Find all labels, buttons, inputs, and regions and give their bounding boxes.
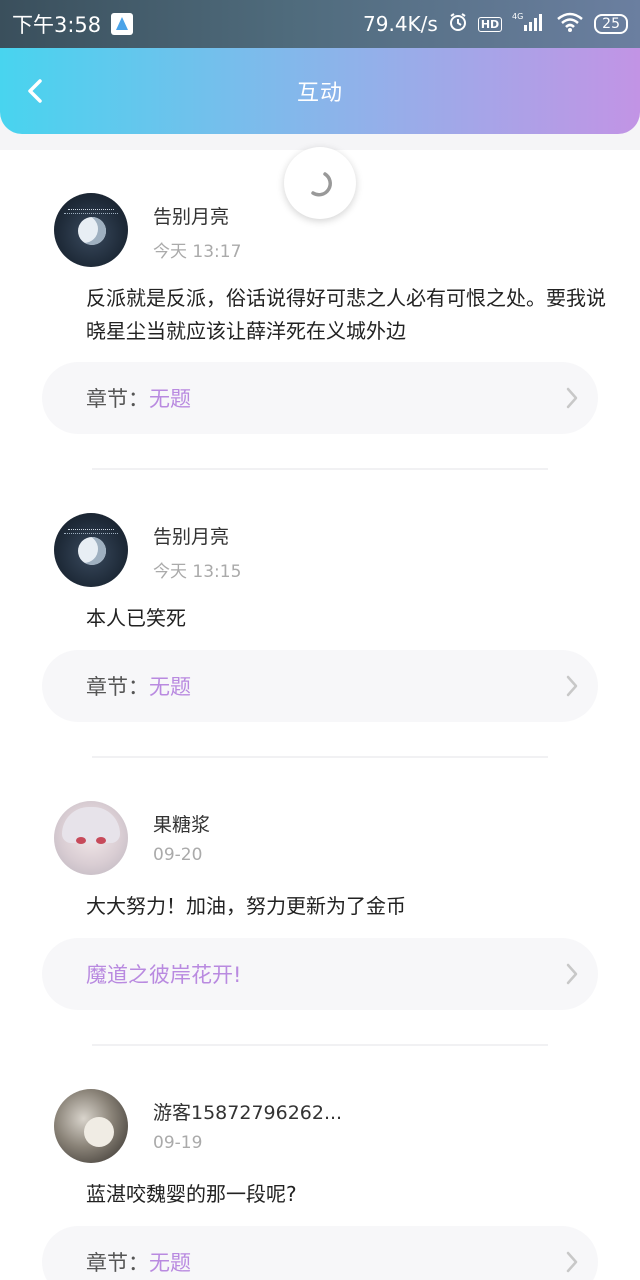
comment-date: 今天 13:17 xyxy=(153,242,242,262)
chapter-key: 章节： xyxy=(86,1251,149,1275)
page-title: 互动 xyxy=(296,81,343,106)
chapter-title: 魔道之彼岸花开! xyxy=(86,963,242,987)
chevron-right-icon xyxy=(566,963,578,985)
chevron-right-icon xyxy=(566,1251,578,1273)
loading-icon xyxy=(311,172,332,197)
chevron-right-icon xyxy=(566,675,578,697)
comment-username[interactable]: 游客15872796262... xyxy=(153,1098,342,1125)
chevron-right-icon xyxy=(566,387,578,409)
signal-type-label: 4G xyxy=(512,12,523,21)
avatar[interactable] xyxy=(54,1089,128,1163)
alarm-icon xyxy=(448,12,468,36)
back-button[interactable] xyxy=(20,74,50,108)
chapter-link[interactable]: 魔道之彼岸花开! xyxy=(42,938,598,1010)
wifi-icon xyxy=(556,11,584,37)
cellular-signal-icon: 4G xyxy=(512,11,546,37)
app-notification-icon xyxy=(111,13,134,35)
loading-spinner xyxy=(284,147,356,219)
divider xyxy=(92,1044,548,1046)
divider xyxy=(92,756,548,758)
comment-feed[interactable]: 告别月亮 今天 13:17 反派就是反派，俗话说得好可悲之人必有可恨之处。要我说… xyxy=(0,150,640,1280)
comment-content: 蓝湛咬魏婴的那一段呢? xyxy=(86,1182,297,1206)
comment-date: 09-19 xyxy=(153,1133,203,1153)
comment-username[interactable]: 果糖浆 xyxy=(153,810,210,837)
status-indicators: 79.4K/s HD 4G 25 xyxy=(363,11,628,37)
comment-content: 大大努力！加油，努力更新为了金币 xyxy=(86,894,406,918)
app-header: 互动 xyxy=(0,48,640,134)
chapter-key: 章节： xyxy=(86,387,149,411)
avatar[interactable] xyxy=(54,513,128,587)
comment-username[interactable]: 告别月亮 xyxy=(153,202,229,229)
battery-indicator: 25 xyxy=(594,14,628,34)
chapter-link[interactable]: 章节： 无题 xyxy=(42,1226,598,1280)
divider xyxy=(92,468,548,470)
network-speed: 79.4K/s xyxy=(363,12,438,36)
chapter-key: 章节： xyxy=(86,675,149,699)
hd-badge: HD xyxy=(477,16,503,32)
comment-username[interactable]: 告别月亮 xyxy=(153,522,229,549)
chapter-title: 无题 xyxy=(149,675,191,699)
chapter-title: 无题 xyxy=(149,387,191,411)
comment-content: 反派就是反派，俗话说得好可悲之人必有可恨之处。要我说晓星尘当就应该让薛洋死在义城… xyxy=(86,286,606,343)
status-time: 下午3:58 xyxy=(12,13,102,37)
chapter-link[interactable]: 章节： 无题 xyxy=(42,650,598,722)
status-bar: 下午3:58 79.4K/s HD 4G 25 xyxy=(0,0,640,48)
chapter-link[interactable]: 章节： 无题 xyxy=(42,362,598,434)
chapter-title: 无题 xyxy=(149,1251,191,1275)
avatar[interactable] xyxy=(54,193,128,267)
comment-date: 09-20 xyxy=(153,845,203,865)
chevron-left-icon xyxy=(28,79,42,103)
comment-content: 本人已笑死 xyxy=(86,606,186,630)
avatar[interactable] xyxy=(54,801,128,875)
comment-date: 今天 13:15 xyxy=(153,562,242,582)
